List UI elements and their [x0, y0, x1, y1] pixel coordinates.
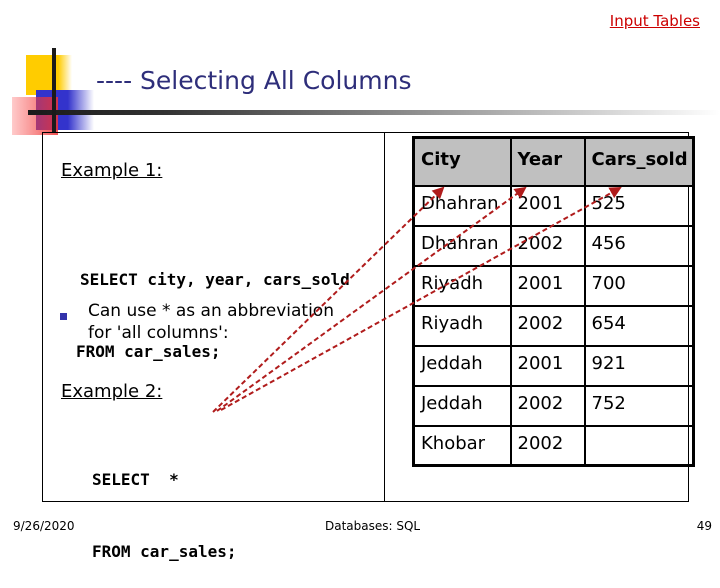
code-line: SELECT *	[92, 470, 179, 489]
table-row: Riyadh 2002 654	[412, 304, 695, 347]
example2-label: Example 2:	[61, 381, 163, 402]
cell-year: 2001	[509, 344, 586, 387]
bullet-text: Can use * as an abbreviation for 'all co…	[88, 300, 334, 344]
content-divider	[384, 132, 385, 502]
column-header-cars-sold: Cars_sold	[583, 136, 695, 187]
table-row: Khobar 2002	[412, 424, 695, 467]
cell-city: Dhahran	[412, 184, 512, 227]
cell-city: Dhahran	[412, 224, 512, 267]
cell-city: Riyadh	[412, 304, 512, 347]
page-number: 49	[696, 519, 712, 533]
table-row: Jeddah 2002 752	[412, 384, 695, 427]
cell-city: Jeddah	[412, 344, 512, 387]
cell-city: Jeddah	[412, 384, 512, 427]
logo-vertical-line	[52, 48, 56, 132]
cell-cars-sold: 921	[583, 344, 695, 387]
code-line: SELECT city, year, cars_sold	[80, 270, 350, 289]
cell-cars-sold	[583, 424, 695, 467]
cell-year: 2002	[509, 224, 586, 267]
bullet-line: for 'all columns':	[88, 323, 229, 343]
title-underline-bar	[28, 110, 720, 115]
bullet-line: Can use * as an abbreviation	[88, 301, 334, 321]
bullet-square-icon	[60, 313, 67, 320]
logo-yellow-square	[26, 55, 72, 95]
table-row: Riyadh 2001 700	[412, 264, 695, 307]
cell-year: 2002	[509, 304, 586, 347]
cell-cars-sold: 700	[583, 264, 695, 307]
cell-year: 2002	[509, 424, 586, 467]
table-row: Dhahran 2001 525	[412, 184, 695, 227]
example2-code: SELECT * FROM car_sales;	[92, 420, 237, 588]
car-sales-table: City Year Cars_sold Dhahran 2001 525 Dhahra…	[412, 136, 695, 467]
code-line: FROM car_sales;	[92, 542, 237, 561]
table-row: Jeddah 2001 921	[412, 344, 695, 387]
input-tables-link[interactable]: Input Tables	[610, 12, 700, 30]
example1-label: Example 1:	[61, 160, 163, 181]
table-row: Dhahran 2002 456	[412, 224, 695, 267]
cell-cars-sold: 654	[583, 304, 695, 347]
slide-title: ---- Selecting All Columns	[96, 66, 412, 95]
footer-date: 9/26/2020	[13, 519, 75, 533]
cell-cars-sold: 456	[583, 224, 695, 267]
column-header-city: City	[412, 136, 512, 187]
table-header-row: City Year Cars_sold	[412, 136, 695, 187]
cell-year: 2001	[509, 264, 586, 307]
cell-year: 2002	[509, 384, 586, 427]
cell-year: 2001	[509, 184, 586, 227]
column-header-year: Year	[509, 136, 586, 187]
cell-city: Khobar	[412, 424, 512, 467]
cell-city: Riyadh	[412, 264, 512, 307]
cell-cars-sold: 525	[583, 184, 695, 227]
footer-title: Databases: SQL	[325, 519, 421, 533]
cell-cars-sold: 752	[583, 384, 695, 427]
